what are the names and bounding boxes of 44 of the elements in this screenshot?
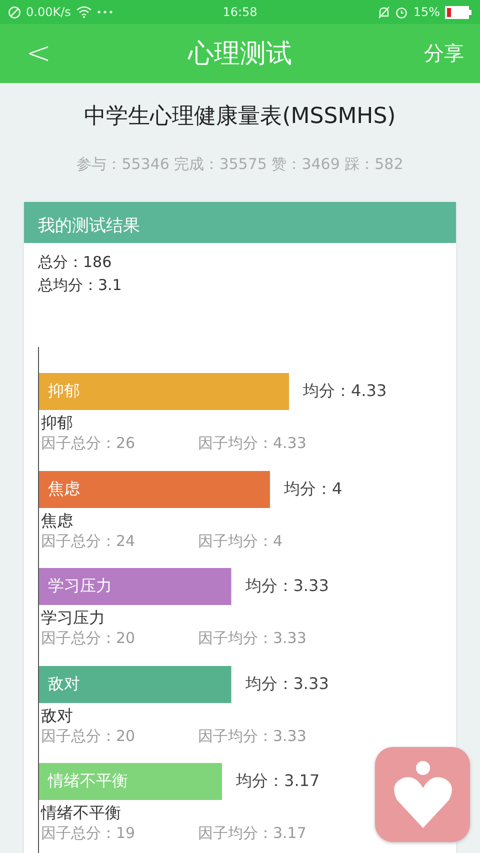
average-label: 均分：4.33 bbox=[303, 381, 387, 402]
factor-average: 因子均分：4.33 bbox=[198, 434, 306, 453]
bar-label: 学习压力 bbox=[48, 576, 112, 597]
average-label: 均分：3.33 bbox=[245, 576, 329, 597]
alarm-icon bbox=[395, 6, 408, 18]
bar-label: 情绪不平衡 bbox=[48, 771, 128, 792]
factor-average: 因子均分：3.17 bbox=[198, 824, 306, 843]
factor-total: 因子总分：19 bbox=[41, 824, 136, 843]
total-score: 总分：186 bbox=[38, 252, 113, 273]
factor-total: 因子总分：26 bbox=[41, 434, 136, 453]
bar-label: 敌对 bbox=[48, 674, 80, 694]
test-title: 中学生心理健康量表(MSSMHS) bbox=[83, 103, 397, 131]
test-stats: 参与：55346 完成：35575 赞：3469 踩：582 bbox=[76, 155, 404, 174]
factor-total: 因子总分：24 bbox=[41, 532, 136, 550]
factor-name: 焦虑 bbox=[40, 510, 74, 532]
average-label: 均分：3.33 bbox=[245, 674, 329, 694]
average-label: 均分：3.17 bbox=[236, 771, 320, 792]
bar-label: 抑郁 bbox=[48, 381, 80, 402]
average-score: 总均分：3.1 bbox=[38, 275, 123, 296]
back-button[interactable]: < bbox=[26, 36, 52, 71]
factor-name: 学习压力 bbox=[40, 608, 106, 629]
result-heading: 我的测试结果 bbox=[24, 202, 456, 243]
factor-average: 因子均分：3.33 bbox=[198, 629, 306, 648]
factor-average: 因子均分：3.33 bbox=[198, 726, 306, 746]
battery-icon bbox=[445, 6, 472, 18]
more-icon bbox=[96, 10, 113, 14]
share-button[interactable]: 分享 bbox=[424, 40, 464, 67]
average-label: 均分：4 bbox=[284, 478, 342, 500]
bar-label: 焦虑 bbox=[48, 478, 80, 500]
factor-total: 因子总分：20 bbox=[41, 629, 136, 648]
page-title: 心理测试 bbox=[188, 38, 292, 71]
factor-average: 因子均分：4 bbox=[198, 532, 283, 550]
factor-name: 情绪不平衡 bbox=[40, 803, 122, 824]
heart-person-icon bbox=[392, 760, 454, 828]
app-shortcut-button[interactable] bbox=[375, 747, 470, 842]
factor-total: 因子总分：20 bbox=[41, 726, 136, 746]
wifi-icon bbox=[76, 6, 92, 18]
bell-muted-icon bbox=[378, 6, 390, 18]
network-speed: 0.00K/s bbox=[26, 5, 71, 19]
factor-name: 抑郁 bbox=[40, 413, 74, 434]
battery-percent: 15% bbox=[413, 5, 440, 19]
factor-name: 敌对 bbox=[40, 706, 74, 726]
blocked-icon bbox=[8, 6, 21, 18]
clock-time: 16:58 bbox=[222, 5, 258, 19]
